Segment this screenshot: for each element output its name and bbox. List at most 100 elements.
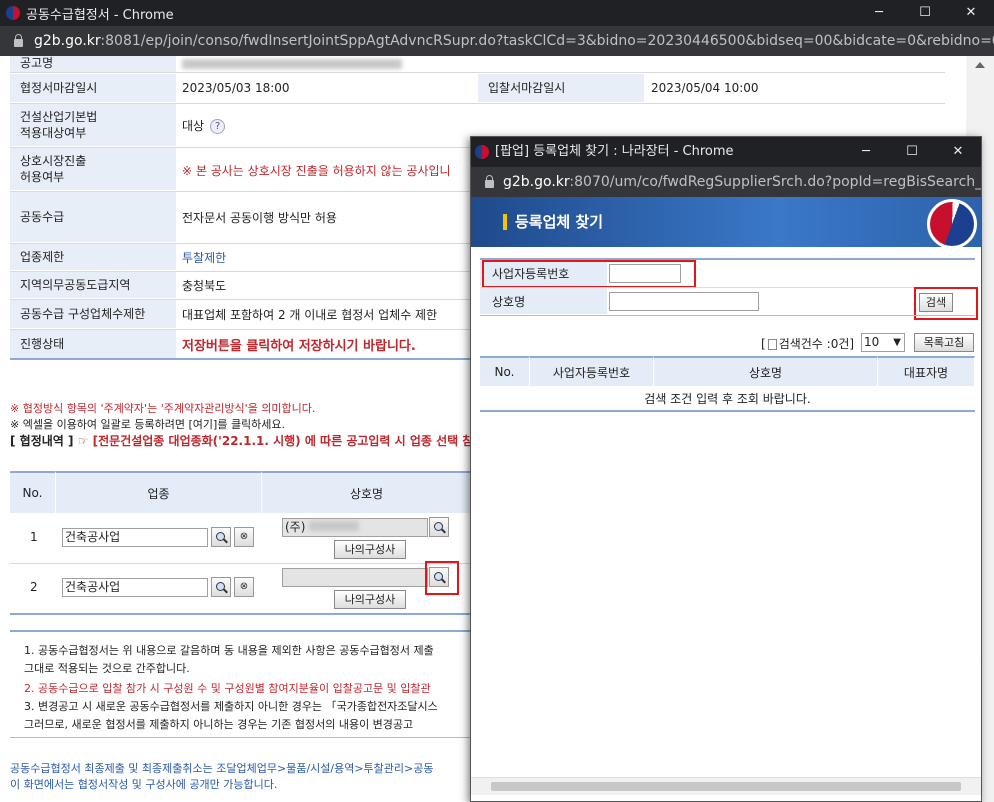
mutual-market-label: 상호시장진출 허용여부 [10, 148, 176, 190]
region-value: 충청북도 [182, 279, 227, 293]
member-limit-label: 공동수급 구성업체수제한 [10, 300, 176, 328]
magnifier-icon [215, 531, 227, 543]
joint-supply-value: 전자문서 공동이행 방식만 허용 [182, 211, 337, 225]
mutual-market-value: ※ 본 공사는 상호시장 진출을 허용하지 않는 공사입니 [182, 164, 451, 178]
maximize-button[interactable]: ☐ [902, 0, 948, 26]
main-window-title: 공동수급협정서 - Chrome [26, 7, 174, 23]
bottom-note-2: 2. 공동수급으로 입찰 참가 시 구성원 수 및 구성원별 참여지분율이 입찰… [24, 682, 431, 695]
company-search-button[interactable] [429, 517, 449, 537]
footer-line-1: 공동수급협정서 최종제출 및 최종제출취소는 조달업체업무>물품/시설/용역>투… [10, 762, 434, 775]
construction-act-label-line1: 건설산업기본법 [20, 110, 98, 124]
bottom-note-1a: 1. 공동수급협정서는 위 내용으로 갈음하며 동 내용을 제외한 사항은 공동… [24, 644, 434, 657]
popup-banner: 등록업체 찾기 [471, 197, 981, 249]
popup-window: [팝업] 등록업체 찾기 : 나라장터 - Chrome ─ ☐ ✕ g2b.g… [470, 136, 982, 802]
highlight-box [482, 260, 696, 288]
company-name-label: 상호명 [480, 288, 607, 314]
popup-title: [팝업] 등록업체 찾기 : 나라장터 - Chrome [495, 144, 734, 159]
magnifier-icon [433, 521, 445, 533]
popup-col-no: No. [480, 356, 530, 386]
help-icon[interactable]: ? [210, 119, 226, 134]
company-name-input[interactable] [609, 292, 759, 311]
popup-url-host: g2b.go.kr [503, 174, 570, 190]
banner-accent-bar [503, 214, 507, 230]
bottom-note-3b: 그러므로, 새로운 협정서를 제출하지 아니하는 경우는 기존 협정서의 내용이… [24, 718, 414, 731]
popup-titlebar: [팝업] 등록업체 찾기 : 나라장터 - Chrome ─ ☐ ✕ [471, 137, 981, 167]
member-limit-value: 대표업체 포함하여 2 개 이내로 협정서 업체수 제한 [182, 308, 438, 322]
popup-close-button[interactable]: ✕ [935, 137, 981, 167]
row-no: 2 [30, 580, 38, 594]
result-count-text: 검색건수 :0건] [778, 337, 855, 351]
industry-input[interactable]: 건축공사업 [62, 578, 208, 597]
section-notice-link[interactable]: ☞ [전문건설업종 대업종화('22.1.1. 시행) 에 따른 공고입력 시 … [78, 434, 485, 448]
company-input[interactable]: (주) [282, 518, 428, 537]
footer-line-2: 이 화면에서는 협정서작성 및 구성사에 공개만 가능합니다. [10, 778, 278, 791]
agreement-deadline-value: 2023/05/03 18:00 [182, 81, 290, 95]
bid-deadline-label: 입찰서마감일시 [478, 74, 644, 102]
scroll-up-arrow-icon[interactable] [975, 62, 985, 68]
popup-col-representative: 대표자명 [878, 356, 975, 386]
industry-input[interactable]: 건축공사업 [62, 528, 208, 547]
popup-site-icon [475, 145, 489, 159]
popup-address-bar[interactable]: g2b.go.kr:8070/um/co/fwdRegSupplierSrch.… [471, 167, 981, 197]
main-address-bar[interactable]: g2b.go.kr:8081/ep/join/conso/fwdInsertJo… [0, 26, 994, 56]
note-excel-upload[interactable]: ※ 엑셀을 이용하여 일괄로 등록하려면 [여기]를 클릭하세요. [10, 416, 285, 432]
my-composer-button[interactable]: 나의구성사 [334, 540, 406, 559]
status-label: 진행상태 [10, 330, 176, 358]
industry-delete-button[interactable]: ⊗ [234, 527, 254, 547]
chrome-site-icon [6, 6, 20, 20]
industry-delete-button[interactable]: ⊗ [234, 577, 254, 597]
bid-deadline-value: 2023/05/04 10:00 [651, 81, 759, 95]
status-value: 저장버튼을 클릭하여 저장하시기 바랍니다. [182, 339, 416, 354]
lock-icon [485, 175, 494, 188]
bottom-note-3a: 3. 변경공고 시 새로운 공동수급협정서를 제출하지 아니한 경우는 「국가종… [24, 700, 438, 713]
joint-supply-label: 공동수급 [10, 192, 176, 242]
construction-act-text: 대상 [182, 119, 205, 133]
popup-banner-title: 등록업체 찾기 [515, 213, 604, 231]
section-title: [ 협정내역 ] [10, 434, 74, 448]
popup-col-company: 상호명 [654, 356, 878, 386]
bottom-note-1b: 그대로 적용되는 것으로 간주합니다. [24, 662, 190, 675]
my-composer-button[interactable]: 나의구성사 [334, 590, 406, 609]
construction-act-label: 건설산업기본법 적용대상여부 [10, 104, 176, 146]
highlight-box [425, 561, 459, 595]
minimize-button[interactable]: ─ [856, 0, 902, 26]
chevron-down-icon: ▼ [893, 337, 901, 348]
popup-horizontal-scrollbar[interactable] [471, 777, 981, 795]
scroll-thumb[interactable] [491, 782, 961, 791]
result-count: [검색건수 :0건] [761, 337, 855, 351]
construction-act-value: 대상? [182, 117, 226, 134]
mutual-market-label-line1: 상호시장진출 [20, 154, 87, 168]
popup-col-biz-no: 사업자등록번호 [530, 356, 654, 386]
main-window-titlebar: 공동수급협정서 - Chrome ─ ☐ ✕ [0, 0, 994, 26]
announce-name-value [182, 58, 402, 72]
company-prefix: (주) [285, 520, 306, 534]
popup-maximize-button[interactable]: ☐ [889, 137, 935, 167]
popup-minimize-button[interactable]: ─ [843, 137, 889, 167]
document-icon [767, 339, 777, 350]
industry-search-button[interactable] [211, 577, 231, 597]
popup-url-path: :8070/um/co/fwdRegSupplierSrch.do?popId=… [569, 174, 981, 190]
government-emblem-icon [927, 199, 977, 249]
announce-name-label: 공고명 [10, 56, 176, 72]
page-size-select[interactable]: 10 ▼ [861, 333, 905, 352]
agreement-deadline-label: 협정서마감일시 [10, 74, 176, 102]
region-label: 지역의무공동도급지역 [10, 272, 176, 298]
industry-search-button[interactable] [211, 527, 231, 547]
agreement-section-header: [ 협정내역 ] ☞ [전문건설업종 대업종화('22.1.1. 시행) 에 따… [10, 432, 484, 449]
close-button[interactable]: ✕ [948, 0, 994, 26]
page-size-value: 10 [864, 335, 880, 349]
refresh-list-button[interactable]: 목록고침 [914, 333, 974, 352]
company-input[interactable] [282, 568, 428, 587]
col-header-no: No. [10, 471, 56, 513]
popup-empty-message: 검색 조건 입력 후 조회 바랍니다. [480, 386, 975, 412]
lock-icon [14, 34, 23, 47]
col-header-industry: 업종 [56, 471, 262, 513]
row-no: 1 [30, 530, 38, 544]
mutual-market-label-line2: 허용여부 [20, 170, 65, 184]
industry-limit-label: 업종제한 [10, 244, 176, 270]
industry-limit-link[interactable]: 투찰제한 [182, 249, 226, 266]
note-main-contractor: ※ 협정방식 항목의 '주계약자'는 '주계약자관리방식'을 의미합니다. [10, 402, 316, 415]
url-path: :8081/ep/join/conso/fwdInsertJointSppAgt… [100, 33, 994, 49]
col-header-company: 상호명 [262, 471, 472, 513]
magnifier-icon [215, 581, 227, 593]
